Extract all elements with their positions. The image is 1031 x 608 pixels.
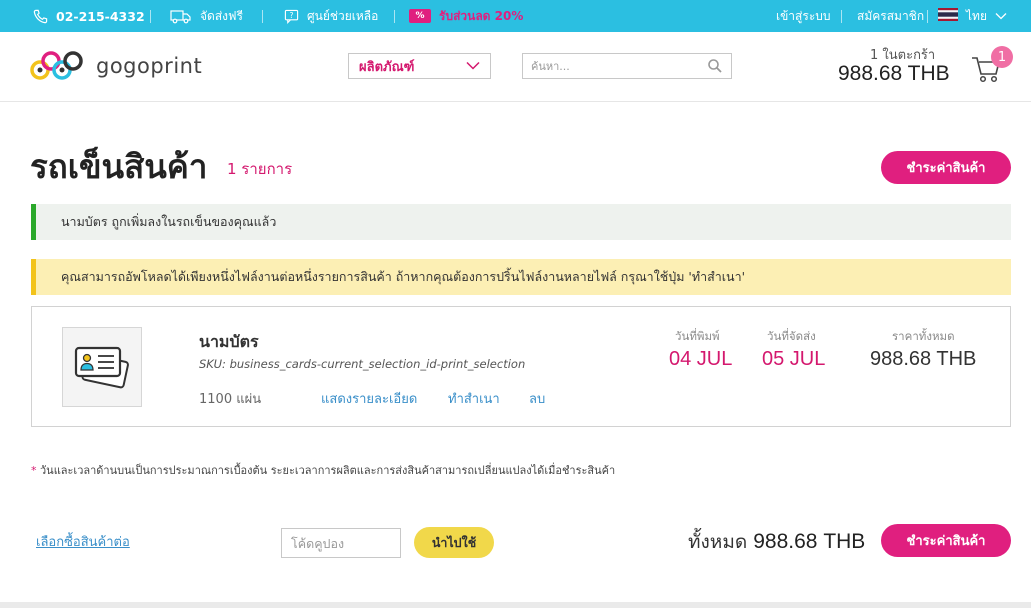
free-shipping-link[interactable]: จัดส่งฟรี [170, 0, 243, 32]
apply-coupon-button[interactable]: นำไปใช้ [414, 527, 494, 558]
language-selector[interactable]: ไทย [938, 0, 1007, 32]
site-header: gogoprint ผลิตภัณฑ์ 1 ในตะกร้า 988.68 TH… [0, 32, 1031, 102]
discount-badge: % [409, 9, 431, 23]
top-bar: 02-215-4332 จัดส่งฟรี ? ศูนย์ช่วยเหลือ %… [0, 0, 1031, 32]
page-bottom-divider [0, 602, 1031, 608]
svg-text:?: ? [289, 10, 293, 19]
signup-link[interactable]: สมัครสมาชิก [857, 0, 924, 32]
cart-item: นามบัตร SKU: business_cards-current_sele… [31, 306, 1011, 427]
login-link[interactable]: เข้าสู่ระบบ [776, 0, 831, 32]
search-box [522, 53, 732, 79]
note-asterisk: * [31, 464, 37, 477]
chevron-down-icon [466, 59, 480, 74]
promo-link[interactable]: % รับส่วนลด 20% [409, 0, 523, 32]
estimate-note: * วันและเวลาด้านบนเป็นการประมาณการเบื้อง… [31, 461, 615, 479]
cart-total: 988.68 THB [838, 62, 950, 85]
item-name: นามบัตร [199, 332, 259, 351]
product-thumbnail [62, 327, 142, 407]
item-total-label: ราคาทั้งหมด [892, 329, 955, 343]
grand-total: ทั้งหมด 988.68 THB [688, 527, 865, 557]
delete-link[interactable]: ลบ [529, 388, 545, 409]
product-menu-dropdown[interactable]: ผลิตภัณฑ์ [348, 53, 491, 79]
page-title: รถเข็นสินค้า [30, 147, 208, 186]
business-card-icon [74, 346, 129, 389]
phone-number: 02-215-4332 [56, 8, 145, 24]
login-label: เข้าสู่ระบบ [776, 8, 831, 23]
language-label: ไทย [966, 8, 987, 23]
success-message: นามบัตร ถูกเพิ่มลงในรถเข็นของคุณแล้ว [61, 214, 277, 229]
logo-text: gogoprint [96, 54, 203, 78]
help-center-label: ศูนย์ช่วยเหลือ [307, 8, 379, 23]
truck-icon [170, 8, 192, 24]
thai-flag-icon [938, 8, 958, 24]
item-quantity: 1100 แผ่น [199, 392, 262, 407]
success-alert: นามบัตร ถูกเพิ่มลงในรถเข็นของคุณแล้ว [31, 204, 1011, 240]
item-sku: SKU: business_cards-current_selection_id… [199, 357, 526, 371]
coupon-field [281, 528, 401, 558]
duplicate-link[interactable]: ทำสำเนา [448, 388, 500, 409]
phone-icon [32, 8, 48, 24]
free-shipping-label: จัดส่งฟรี [200, 8, 243, 23]
item-total-price: 988.68 THB [870, 348, 977, 370]
show-details-link[interactable]: แสดงรายละเอียด [321, 388, 417, 409]
print-date-label: วันที่พิมพ์ [675, 329, 720, 343]
continue-shopping-link[interactable]: เลือกซื้อสินค้าต่อ [36, 531, 130, 552]
grand-total-amount: 988.68 THB [753, 530, 866, 553]
help-center-link[interactable]: ? ศูนย์ช่วยเหลือ [283, 0, 378, 32]
grand-total-label: ทั้งหมด [688, 531, 748, 553]
signup-label: สมัครสมาชิก [857, 8, 925, 23]
checkout-button-bottom[interactable]: ชำระค่าสินค้า [881, 524, 1011, 557]
product-menu-label: ผลิตภัณฑ์ [359, 59, 415, 75]
checkout-button-top[interactable]: ชำระค่าสินค้า [881, 151, 1011, 184]
ship-date: 05 JUL [762, 348, 826, 370]
chat-help-icon: ? [283, 8, 299, 24]
chevron-down-icon [995, 9, 1007, 23]
phone-contact[interactable]: 02-215-4332 [32, 0, 145, 32]
print-date: 04 JUL [669, 348, 733, 370]
cart-badge: 1 [991, 46, 1013, 68]
gogoprint-logo[interactable]: gogoprint [30, 48, 202, 84]
warning-message: คุณสามารถอัพโหลดได้เพียงหนึ่งไฟล์งานต่อห… [61, 269, 746, 284]
search-input[interactable] [523, 54, 703, 78]
search-icon[interactable] [707, 58, 723, 78]
promo-label: รับส่วนลด 20% [439, 8, 524, 23]
note-text: วันและเวลาด้านบนเป็นการประมาณการเบื้องต้… [40, 464, 616, 477]
cart-item-count: 1 รายการ [227, 160, 293, 178]
ship-date-label: วันที่จัดส่ง [767, 329, 816, 343]
logo-mark-icon [30, 51, 83, 80]
warning-alert: คุณสามารถอัพโหลดได้เพียงหนึ่งไฟล์งานต่อห… [31, 259, 1011, 295]
coupon-input[interactable] [282, 529, 400, 557]
